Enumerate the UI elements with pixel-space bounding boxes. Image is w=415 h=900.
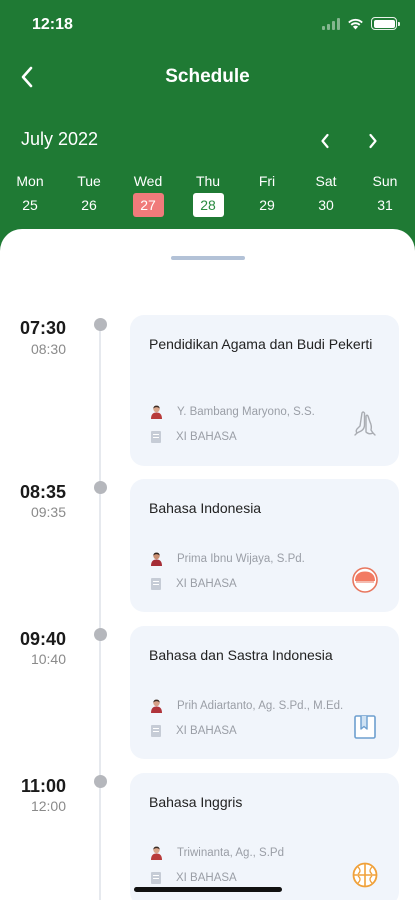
day-number: 26 <box>81 197 97 213</box>
day-name: Sat <box>315 173 337 189</box>
wifi-icon <box>348 18 363 29</box>
day-number-selected: 28 <box>192 193 224 217</box>
class-row: XI BAHASA <box>149 578 237 590</box>
timeline-dot <box>94 481 107 494</box>
day-number: 25 <box>22 197 38 213</box>
day-name: Sun <box>372 173 398 189</box>
subject-title: Pendidikan Agama dan Budi Pekerti <box>149 336 373 352</box>
nav-bar: Schedule <box>0 58 415 98</box>
end-time: 12:00 <box>30 798 66 814</box>
day-sat[interactable]: Sat 30 <box>304 172 348 217</box>
teacher-row: Prih Adiartanto, Ag. S.Pd., M.Ed. <box>149 698 343 713</box>
book-icon <box>354 715 376 739</box>
class-name: XI BAHASA <box>176 578 237 590</box>
class-icon <box>151 725 161 737</box>
header: 12:18 Schedule July 2022 Mon 25 Tue 26 W… <box>0 0 415 255</box>
teacher-row: Triwinanta, Ag., S.Pd <box>149 845 284 860</box>
class-icon <box>151 872 161 884</box>
class-icon <box>151 431 161 443</box>
day-number: 31 <box>377 197 393 213</box>
start-time: 11:00 <box>20 776 66 796</box>
timeline-dot <box>94 318 107 331</box>
page-title: Schedule <box>165 66 250 87</box>
teacher-avatar-icon <box>151 552 162 566</box>
day-number-today: 27 <box>132 193 164 217</box>
schedule-card[interactable]: Pendidikan Agama dan Budi Pekerti Y. Bam… <box>130 315 399 466</box>
start-time: 09:40 <box>19 629 66 649</box>
day-mon[interactable]: Mon 25 <box>8 172 52 217</box>
month-label: July 2022 <box>21 129 99 149</box>
indonesia-flag-icon <box>352 567 378 593</box>
schedule-card[interactable]: Bahasa Inggris Triwinanta, Ag., S.Pd XI … <box>130 773 399 900</box>
timeline-dot <box>94 628 107 641</box>
timeline-line <box>99 324 101 900</box>
day-tue[interactable]: Tue 26 <box>67 172 111 217</box>
teacher-avatar-icon <box>151 405 162 419</box>
start-time: 07:30 <box>19 318 66 338</box>
subject-title: Bahasa Indonesia <box>149 500 262 516</box>
chevron-right-icon <box>369 133 377 149</box>
timeline-dot <box>94 775 107 788</box>
globe-icon <box>352 862 378 888</box>
day-name: Mon <box>16 173 44 189</box>
class-name: XI BAHASA <box>176 872 237 884</box>
day-thu[interactable]: Thu 28 <box>186 172 230 217</box>
month-selector: July 2022 <box>0 126 415 156</box>
class-row: XI BAHASA <box>149 431 237 443</box>
start-time: 08:35 <box>19 482 66 502</box>
teacher-name: Prima Ibnu Wijaya, S.Pd. <box>177 552 305 565</box>
status-bar: 12:18 <box>0 0 415 48</box>
battery-icon <box>371 17 400 30</box>
class-icon <box>151 578 161 590</box>
end-time: 10:40 <box>30 651 66 667</box>
status-icons <box>322 17 400 30</box>
chevron-left-icon <box>321 133 329 149</box>
schedule-card[interactable]: Bahasa dan Sastra Indonesia Prih Adiarta… <box>130 626 399 759</box>
status-time: 12:18 <box>32 16 73 33</box>
class-row: XI BAHASA <box>149 725 237 737</box>
class-name: XI BAHASA <box>176 725 237 737</box>
praying-hands-icon <box>354 411 376 436</box>
teacher-avatar-icon <box>151 699 162 713</box>
subject-title: Bahasa Inggris <box>149 794 243 810</box>
day-wed[interactable]: Wed 27 <box>126 172 170 217</box>
end-time: 09:35 <box>30 504 66 520</box>
day-name: Wed <box>133 173 163 189</box>
day-name: Thu <box>195 173 221 189</box>
day-fri[interactable]: Fri 29 <box>245 172 289 217</box>
day-sun[interactable]: Sun 31 <box>363 172 407 217</box>
next-month-button[interactable] <box>360 128 386 154</box>
teacher-name: Prih Adiartanto, Ag. S.Pd., M.Ed. <box>177 699 344 712</box>
day-name: Tue <box>77 173 101 189</box>
teacher-name: Triwinanta, Ag., S.Pd <box>177 846 284 859</box>
signal-icon <box>322 17 340 30</box>
teacher-name: Y. Bambang Maryono, S.S. <box>177 405 315 418</box>
home-indicator[interactable] <box>134 887 282 892</box>
class-name: XI BAHASA <box>176 431 237 443</box>
day-number: 30 <box>318 197 334 213</box>
schedule-card[interactable]: Bahasa Indonesia Prima Ibnu Wijaya, S.Pd… <box>130 479 399 612</box>
teacher-avatar-icon <box>151 846 162 860</box>
teacher-row: Prima Ibnu Wijaya, S.Pd. <box>149 551 305 566</box>
week-days: Mon 25 Tue 26 Wed 27 Thu 28 Fri 29 Sat 3… <box>0 172 415 222</box>
end-time: 08:30 <box>30 341 66 357</box>
teacher-row: Y. Bambang Maryono, S.S. <box>149 404 315 419</box>
day-number: 29 <box>259 197 275 213</box>
subject-title: Bahasa dan Sastra Indonesia <box>149 647 333 663</box>
day-name: Fri <box>258 173 276 189</box>
sheet-drag-handle[interactable] <box>171 256 245 260</box>
class-row: XI BAHASA <box>149 872 237 884</box>
previous-month-button[interactable] <box>312 128 338 154</box>
